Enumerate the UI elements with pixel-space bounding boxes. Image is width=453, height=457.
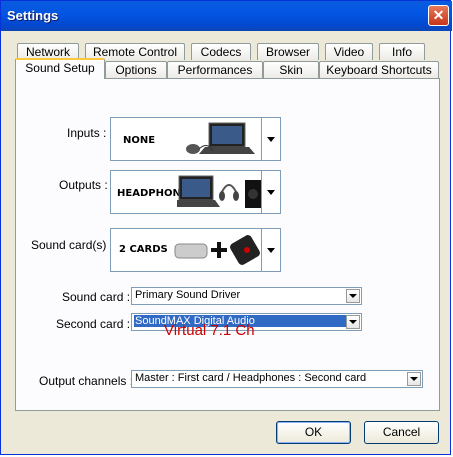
- inputs-label: Inputs :: [67, 126, 107, 140]
- tab-video[interactable]: Video: [325, 43, 373, 60]
- overlay-label: Virtual 7.1 Ch: [164, 322, 255, 339]
- chevron-down-icon[interactable]: [407, 372, 421, 386]
- chevron-down-icon[interactable]: [261, 171, 280, 213]
- chevron-down-icon[interactable]: [261, 118, 280, 160]
- soundcards-select[interactable]: 2 CARDS: [110, 228, 281, 272]
- outputs-select[interactable]: HEADPHONES: [110, 170, 281, 214]
- ok-button[interactable]: OK: [276, 421, 351, 444]
- tab-info[interactable]: Info: [379, 43, 425, 60]
- title-bar[interactable]: Settings ✕: [1, 1, 452, 31]
- laptop-mic-icon: [186, 122, 255, 154]
- tab-sound-setup[interactable]: Sound Setup: [15, 58, 105, 79]
- laptop-headphones-icon: [177, 175, 261, 208]
- tab-browser[interactable]: Browser: [257, 43, 319, 60]
- output-channels-label: Output channels :: [39, 374, 134, 388]
- chevron-down-icon[interactable]: [261, 229, 280, 271]
- chevron-down-icon[interactable]: [346, 289, 360, 303]
- window-title: Settings: [7, 8, 59, 23]
- sound-card-value: Primary Sound Driver: [135, 289, 241, 301]
- tab-performances[interactable]: Performances: [167, 61, 263, 78]
- outputs-label: Outputs :: [59, 178, 108, 192]
- tab-skin[interactable]: Skin: [263, 61, 319, 78]
- second-card-label: Second card :: [56, 317, 131, 331]
- sound-cards-icon: [174, 235, 260, 265]
- close-button[interactable]: ✕: [428, 5, 449, 26]
- cancel-button[interactable]: Cancel: [364, 421, 439, 444]
- soundcards-value: 2 CARDS: [119, 244, 168, 255]
- inputs-select[interactable]: NONE: [110, 117, 281, 161]
- sound-card-select[interactable]: Primary Sound Driver: [131, 287, 362, 305]
- close-icon: ✕: [432, 7, 445, 23]
- settings-window: Settings ✕ Network Remote Control Codecs…: [0, 0, 452, 455]
- sound-card-label: Sound card :: [62, 290, 131, 304]
- inputs-value: NONE: [123, 135, 156, 146]
- output-channels-value: Master : First card / Headphones : Secon…: [135, 372, 367, 384]
- tab-codecs[interactable]: Codecs: [191, 43, 251, 60]
- tab-keyboard-shortcuts[interactable]: Keyboard Shortcuts: [319, 61, 439, 78]
- tab-options[interactable]: Options: [105, 61, 167, 78]
- chevron-down-icon[interactable]: [346, 315, 360, 329]
- output-channels-select[interactable]: Master : First card / Headphones : Secon…: [131, 370, 423, 388]
- soundcards-label: Sound card(s) :: [31, 238, 114, 252]
